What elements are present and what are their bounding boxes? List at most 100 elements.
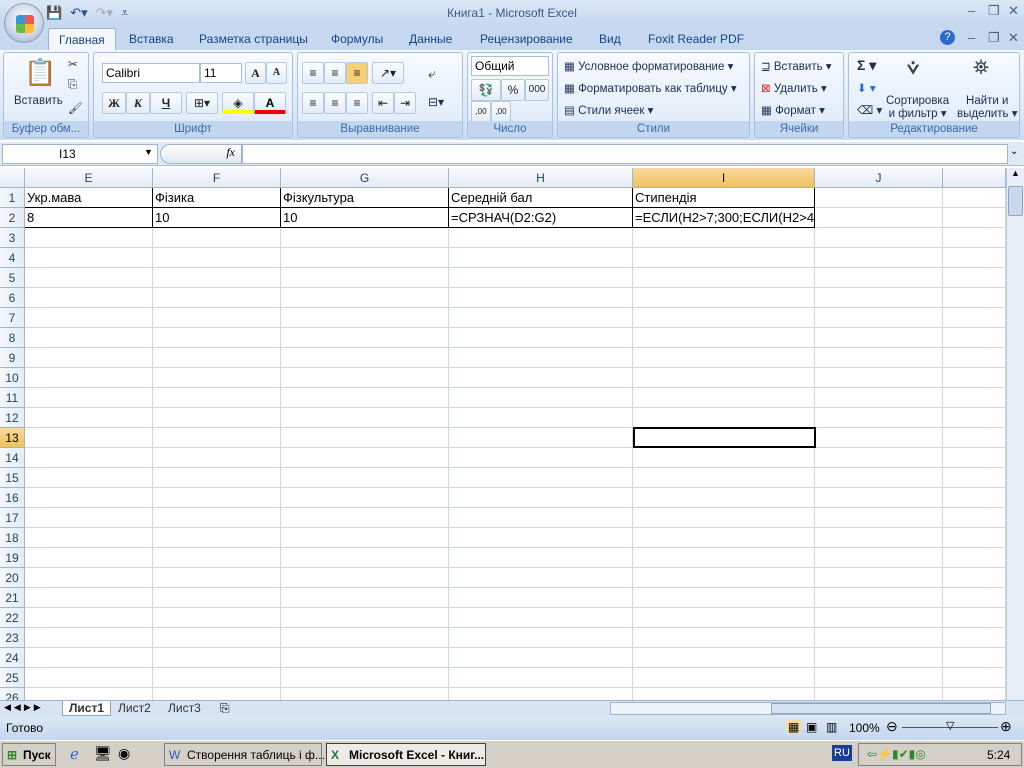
row-header[interactable]: 14: [0, 448, 25, 468]
cell[interactable]: [281, 488, 449, 508]
cell[interactable]: [153, 408, 281, 428]
horizontal-scrollbar[interactable]: [610, 702, 1006, 715]
cell[interactable]: [633, 688, 815, 700]
cell[interactable]: Фізкультура: [281, 188, 449, 208]
cell[interactable]: [943, 668, 1006, 688]
cell[interactable]: [25, 328, 153, 348]
cell[interactable]: [153, 228, 281, 248]
cell[interactable]: [153, 548, 281, 568]
cell[interactable]: [815, 368, 943, 388]
cell[interactable]: [943, 688, 1006, 700]
cell[interactable]: [281, 348, 449, 368]
sort-filter-button[interactable]: Сортировка и фильтр ▾: [886, 95, 949, 121]
formula-input[interactable]: [242, 144, 1008, 164]
cell[interactable]: [25, 648, 153, 668]
cell[interactable]: [449, 328, 633, 348]
cell[interactable]: [815, 428, 943, 448]
insert-function-button[interactable]: fx: [160, 144, 242, 164]
format-as-table-button[interactable]: ▦ Форматировать как таблицу ▾: [564, 81, 737, 95]
cell[interactable]: [633, 348, 815, 368]
cell[interactable]: [281, 388, 449, 408]
cell[interactable]: [25, 488, 153, 508]
cell[interactable]: [815, 668, 943, 688]
cell[interactable]: [153, 648, 281, 668]
cell[interactable]: [943, 468, 1006, 488]
minimize-button[interactable]: –: [968, 3, 975, 18]
cell[interactable]: [815, 228, 943, 248]
cell[interactable]: [281, 608, 449, 628]
row-header[interactable]: 7: [0, 308, 25, 328]
cell[interactable]: [943, 308, 1006, 328]
cell[interactable]: [815, 268, 943, 288]
cell[interactable]: [633, 608, 815, 628]
cell[interactable]: [281, 268, 449, 288]
cell[interactable]: [25, 248, 153, 268]
cell[interactable]: [281, 328, 449, 348]
cell[interactable]: [943, 268, 1006, 288]
merge-cells-icon[interactable]: ⊟▾: [428, 95, 444, 109]
start-button[interactable]: ⊞ Пуск: [2, 743, 56, 766]
name-box[interactable]: I13: [2, 144, 158, 164]
column-header[interactable]: [943, 168, 1006, 188]
underline-button[interactable]: Ч: [150, 92, 182, 114]
zoom-slider-thumb[interactable]: ▽: [946, 719, 954, 732]
row-header[interactable]: 17: [0, 508, 25, 528]
cell[interactable]: [153, 628, 281, 648]
row-header[interactable]: 13: [0, 428, 25, 448]
cell[interactable]: [943, 368, 1006, 388]
select-all-corner[interactable]: [0, 168, 25, 188]
vertical-scroll-thumb[interactable]: [1008, 186, 1023, 216]
align-top-button[interactable]: ≡: [302, 62, 324, 84]
font-name-select[interactable]: Calibri: [102, 63, 200, 83]
align-middle-button[interactable]: ≡: [324, 62, 346, 84]
tab-foxit[interactable]: Foxit Reader PDF: [638, 28, 754, 50]
insert-sheet-icon[interactable]: ⎘: [220, 701, 230, 716]
cell[interactable]: [25, 548, 153, 568]
cell[interactable]: [943, 328, 1006, 348]
orientation-button[interactable]: ↗▾: [372, 62, 404, 84]
cell[interactable]: [449, 508, 633, 528]
row-header[interactable]: 23: [0, 628, 25, 648]
cell[interactable]: [281, 248, 449, 268]
restore-button[interactable]: ❐: [988, 3, 1000, 19]
shrink-font-button[interactable]: A: [266, 62, 287, 84]
cell[interactable]: [815, 208, 943, 228]
cell[interactable]: [25, 668, 153, 688]
cell[interactable]: [25, 308, 153, 328]
cell[interactable]: [449, 448, 633, 468]
cell[interactable]: [815, 588, 943, 608]
cell[interactable]: [25, 568, 153, 588]
cell[interactable]: [943, 288, 1006, 308]
tab-insert[interactable]: Вставка: [119, 28, 184, 50]
cell[interactable]: [153, 668, 281, 688]
percent-button[interactable]: %: [501, 79, 525, 101]
cell[interactable]: [449, 248, 633, 268]
cell[interactable]: [815, 388, 943, 408]
cell[interactable]: [25, 408, 153, 428]
cell[interactable]: Стипендія: [633, 188, 815, 208]
cell[interactable]: [815, 468, 943, 488]
cell[interactable]: [25, 528, 153, 548]
format-painter-icon[interactable]: 🖌: [68, 101, 83, 115]
language-indicator[interactable]: RU: [832, 745, 852, 761]
cell[interactable]: Укр.мава: [25, 188, 153, 208]
cell[interactable]: [153, 388, 281, 408]
cell[interactable]: [633, 248, 815, 268]
decrease-indent-button[interactable]: ⇤: [372, 92, 394, 114]
insert-cells-button[interactable]: ⊒ Вставить ▾: [761, 59, 832, 73]
autosum-button[interactable]: Σ ▾: [857, 57, 876, 74]
office-button[interactable]: [4, 3, 44, 43]
cell[interactable]: [943, 588, 1006, 608]
zoom-level[interactable]: 100%: [849, 721, 880, 735]
cell[interactable]: [815, 508, 943, 528]
cell[interactable]: [943, 628, 1006, 648]
sheet-tab-3[interactable]: Лист3: [162, 701, 207, 716]
cell[interactable]: [815, 648, 943, 668]
row-header[interactable]: 10: [0, 368, 25, 388]
cell[interactable]: [943, 648, 1006, 668]
row-header[interactable]: 20: [0, 568, 25, 588]
tab-formulas[interactable]: Формулы: [321, 28, 393, 50]
increase-decimal-button[interactable]: ,00: [471, 101, 491, 123]
column-header[interactable]: J: [815, 168, 943, 188]
cell[interactable]: [633, 648, 815, 668]
